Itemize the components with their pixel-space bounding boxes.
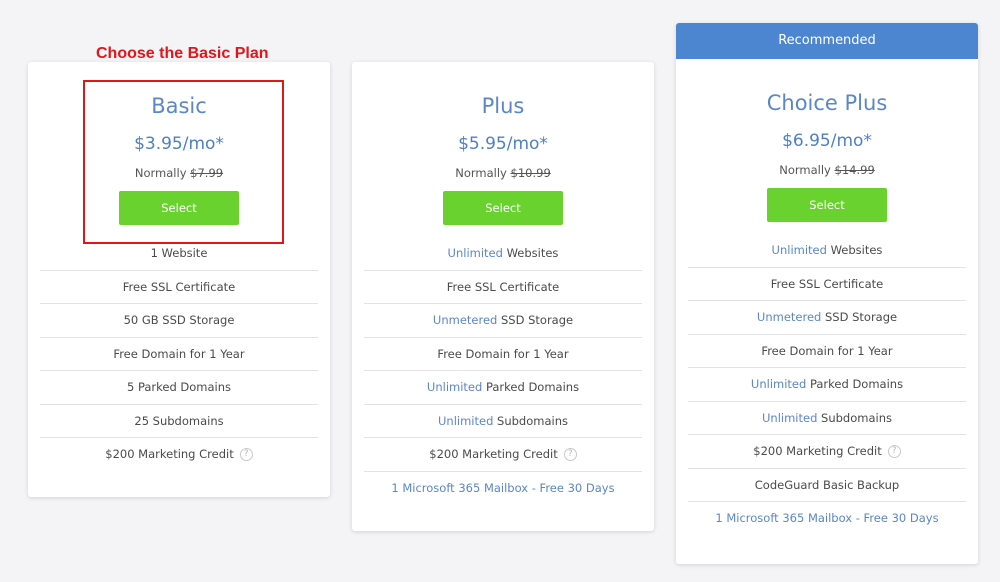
feature-item: 1 Microsoft 365 Mailbox - Free 30 Days [688, 502, 966, 536]
select-plus-button[interactable]: Select [443, 191, 563, 225]
feature-text: CodeGuard Basic Backup [754, 477, 900, 492]
feature-highlight: Unlimited [750, 377, 807, 391]
feature-highlight: Unlimited [426, 380, 483, 394]
feature-item: Unlimited Websites [688, 234, 966, 268]
feature-item: Unmetered SSD Storage [364, 304, 642, 338]
feature-text: Parked Domains [806, 377, 904, 391]
feature-item: Unmetered SSD Storage [688, 301, 966, 335]
feature-item: 25 Subdomains [40, 405, 318, 438]
feature-text: Subdomains [817, 410, 892, 425]
feature-list: Unlimited Websites Free SSL Certificate … [364, 237, 642, 505]
plan-name: Plus [481, 94, 525, 118]
feature-text: $200 Marketing Credit [753, 444, 882, 458]
feature-highlight: Unmetered [756, 310, 822, 324]
feature-text: $200 Marketing Credit [105, 447, 234, 461]
feature-item: Free SSL Certificate [364, 271, 642, 304]
feature-item: 1 Microsoft 365 Mailbox - Free 30 Days [364, 472, 642, 506]
select-choice-plus-button[interactable]: Select [767, 188, 887, 222]
feature-item: $200 Marketing Credit? [364, 438, 642, 472]
feature-list: Unlimited Websites Free SSL Certificate … [688, 234, 966, 536]
feature-text: SSD Storage [497, 313, 574, 327]
plan-card-choice-plus: Recommended Choice Plus $6.95/mo* Normal… [676, 23, 978, 564]
feature-text: Free SSL Certificate [770, 276, 884, 291]
feature-item: Unlimited Parked Domains [364, 371, 642, 405]
normally-label: Normally [455, 166, 507, 180]
feature-item: Free SSL Certificate [40, 271, 318, 304]
feature-text: Free Domain for 1 Year [113, 346, 245, 361]
feature-text: 50 GB SSD Storage [123, 313, 235, 327]
annotation-label: Choose the Basic Plan [96, 45, 269, 62]
feature-text: Free SSL Certificate [122, 279, 236, 294]
feature-item: Free Domain for 1 Year [688, 335, 966, 368]
plan-name: Choice Plus [766, 91, 888, 115]
plan-price: $5.95/mo* [458, 134, 548, 154]
feature-text: 1 Website [150, 246, 208, 260]
feature-highlight: Unlimited [762, 410, 818, 425]
feature-highlight: Unlimited [771, 243, 827, 257]
normal-price: Normally $14.99 [676, 162, 978, 178]
feature-item: Free Domain for 1 Year [364, 338, 642, 371]
old-price: $10.99 [510, 166, 551, 180]
feature-item: Unlimited Subdomains [688, 402, 966, 435]
feature-item: 50 GB SSD Storage [40, 304, 318, 338]
feature-item: Unlimited Websites [364, 237, 642, 271]
plan-card-plus: Plus $5.95/mo* Normally $10.99 Select Un… [352, 62, 654, 531]
recommended-ribbon: Recommended [676, 23, 978, 59]
feature-text: Websites [502, 246, 559, 260]
feature-item: Unlimited Parked Domains [688, 368, 966, 402]
feature-text: 5 Parked Domains [126, 380, 232, 394]
old-price: $14.99 [834, 163, 875, 177]
feature-text: $200 Marketing Credit [429, 447, 558, 461]
help-icon[interactable]: ? [563, 448, 577, 461]
feature-text: Free Domain for 1 Year [437, 346, 569, 361]
feature-text: Websites [826, 243, 883, 257]
pricing-page: Choose the Basic Plan Basic $3.95/mo* No… [0, 0, 1000, 582]
feature-item: $200 Marketing Credit? [688, 435, 966, 469]
feature-text: Subdomains [493, 413, 568, 428]
feature-highlight: Unlimited [438, 413, 494, 428]
plan-price: $6.95/mo* [782, 131, 872, 151]
help-icon[interactable]: ? [887, 445, 901, 458]
mailbox-offer-link[interactable]: 1 Microsoft 365 Mailbox - Free 30 Days [391, 481, 614, 495]
feature-text: 25 Subdomains [134, 413, 224, 428]
feature-list: 1 Website Free SSL Certificate 50 GB SSD… [40, 237, 318, 472]
annotation-highlight-box [83, 80, 284, 244]
feature-text: SSD Storage [821, 310, 898, 324]
feature-item: Free SSL Certificate [688, 268, 966, 301]
feature-item: CodeGuard Basic Backup [688, 469, 966, 502]
feature-text: Parked Domains [482, 380, 580, 394]
feature-text: Free Domain for 1 Year [761, 343, 893, 358]
feature-item: $200 Marketing Credit? [40, 438, 318, 472]
feature-highlight: Unmetered [432, 313, 498, 327]
mailbox-offer-link[interactable]: 1 Microsoft 365 Mailbox - Free 30 Days [715, 511, 938, 525]
feature-highlight: Unlimited [447, 246, 503, 260]
feature-item: Unlimited Subdomains [364, 405, 642, 438]
feature-item: Free Domain for 1 Year [40, 338, 318, 371]
help-icon[interactable]: ? [239, 448, 253, 461]
normally-label: Normally [779, 163, 831, 177]
normal-price: Normally $10.99 [352, 165, 654, 181]
feature-text: Free SSL Certificate [446, 279, 560, 294]
feature-item: 5 Parked Domains [40, 371, 318, 405]
